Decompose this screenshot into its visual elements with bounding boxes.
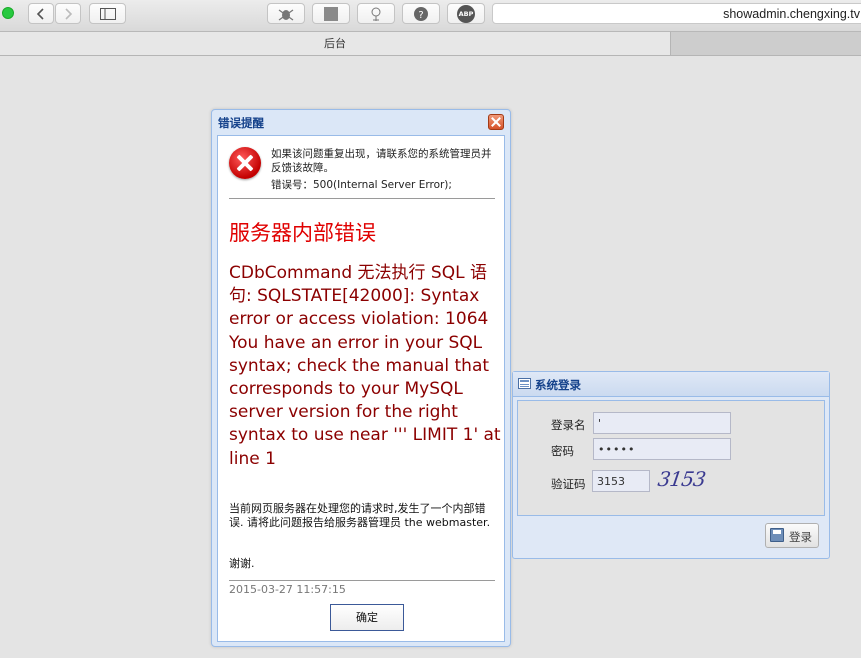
chevron-right-icon <box>65 7 73 20</box>
tab-bar: 后台 <box>0 32 861 56</box>
login-panel: 系统登录 登录名 密码 验证码 3153 登录 <box>512 371 830 559</box>
back-button[interactable] <box>28 3 54 24</box>
login-button[interactable]: 登录 <box>765 523 819 548</box>
error-thanks: 谢谢. <box>229 557 255 570</box>
extension-bug-button[interactable] <box>267 3 305 24</box>
lightbulb-icon <box>371 7 381 21</box>
extension-square-button[interactable] <box>312 3 350 24</box>
error-timestamp: 2015-03-27 11:57:15 <box>229 583 346 596</box>
captcha-image[interactable]: 3153 <box>656 467 706 491</box>
tab-active[interactable]: 后台 <box>0 32 671 55</box>
password-input[interactable] <box>593 438 731 460</box>
save-icon <box>770 528 784 542</box>
forward-button[interactable] <box>55 3 81 24</box>
divider <box>229 580 495 581</box>
captcha-input[interactable] <box>592 470 650 492</box>
error-hint-text: 如果该问题重复出现，请联系您的系统管理员并反馈该故障。 <box>271 148 492 174</box>
adblock-icon: ABP <box>457 4 475 23</box>
username-input[interactable] <box>593 412 731 434</box>
window-zoom-button[interactable] <box>2 7 14 19</box>
browser-toolbar: ? ABP showadmin.chengxing.tv <box>0 0 861 32</box>
password-label: 密码 <box>551 444 574 458</box>
adblock-button[interactable]: ABP <box>447 3 485 24</box>
close-icon[interactable] <box>488 114 504 130</box>
error-icon <box>229 147 261 179</box>
login-form: 登录名 密码 验证码 3153 <box>517 400 825 516</box>
error-dialog-title: 错误提醒 <box>218 116 264 130</box>
extension-help-button[interactable]: ? <box>402 3 440 24</box>
svg-text:?: ? <box>418 10 423 21</box>
sidebar-toggle-button[interactable] <box>89 3 126 24</box>
sidebar-icon <box>99 7 116 20</box>
divider <box>229 198 495 199</box>
error-headline: 服务器内部错误 <box>229 221 376 245</box>
form-icon <box>518 378 531 389</box>
url-text: showadmin.chengxing.tv <box>723 7 860 21</box>
square-icon <box>324 6 338 21</box>
login-panel-title: 系统登录 <box>535 378 581 392</box>
username-label: 登录名 <box>551 418 586 432</box>
login-panel-header: 系统登录 <box>513 372 829 397</box>
chevron-left-icon <box>36 7 44 20</box>
error-code-text: 错误号：500(Internal Server Error); <box>271 179 452 191</box>
login-button-label: 登录 <box>789 530 812 544</box>
help-icon: ? <box>414 6 428 21</box>
captcha-label: 验证码 <box>551 477 586 491</box>
error-dialog-body: 如果该问题重复出现，请联系您的系统管理员并反馈该故障。 错误号：500(Inte… <box>217 135 505 642</box>
error-dialog: 错误提醒 如果该问题重复出现，请联系您的系统管理员并反馈该故障。 错误号：500… <box>211 109 511 647</box>
bug-icon <box>278 8 294 21</box>
address-bar[interactable]: showadmin.chengxing.tv <box>492 3 861 24</box>
error-description: 当前网页服务器在处理您的请求时,发生了一个内部错误. 请将此问题报告给服务器管理… <box>229 502 491 529</box>
tab-bar-empty-area[interactable] <box>671 32 861 55</box>
ok-button[interactable]: 确定 <box>330 604 404 631</box>
error-message: CDbCommand 无法执行 SQL 语句: SQLSTATE[42000]:… <box>229 263 501 469</box>
extension-bulb-button[interactable] <box>357 3 395 24</box>
